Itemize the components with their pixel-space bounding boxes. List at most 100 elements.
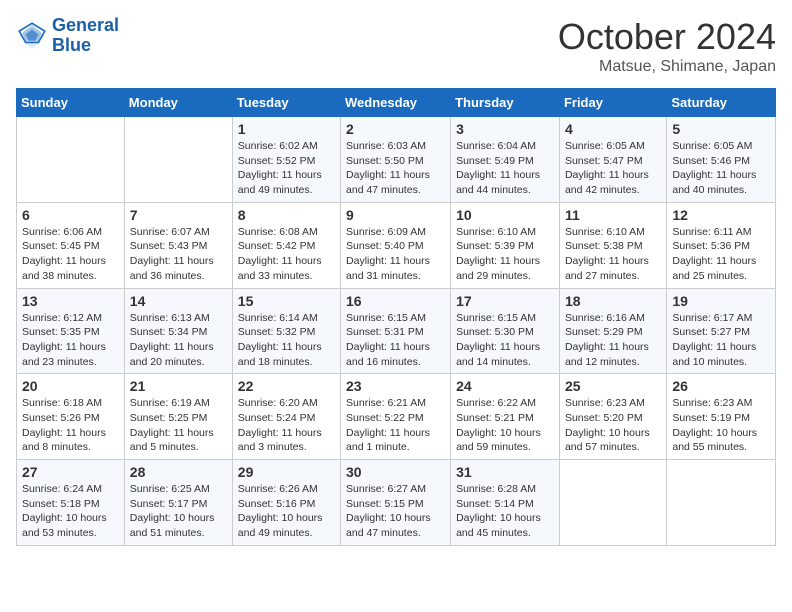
day-number: 3	[456, 121, 554, 137]
calendar-cell: 24Sunrise: 6:22 AM Sunset: 5:21 PM Dayli…	[451, 374, 560, 460]
logo-line1: General	[52, 15, 119, 35]
day-number: 15	[238, 293, 335, 309]
day-number: 29	[238, 464, 335, 480]
calendar-cell: 23 Sunrise: 6:21 AM Sunset: 5:22 PM Dayli…	[341, 374, 451, 460]
calendar-cell: 2 Sunrise: 6:03 AM Sunset: 5:50 PM Daylig…	[341, 117, 451, 203]
calendar-cell	[17, 117, 125, 203]
day-number: 8	[238, 207, 335, 223]
day-info: Sunrise: 6:23 AM Sunset: 5:19 PM Dayligh…	[672, 396, 770, 455]
calendar-cell	[667, 460, 776, 546]
logo-icon	[16, 20, 48, 52]
col-header-wednesday: Wednesday	[341, 89, 451, 117]
day-number: 9	[346, 207, 445, 223]
calendar-cell: 27Sunrise: 6:24 AM Sunset: 5:18 PM Dayli…	[17, 460, 125, 546]
day-info: Sunrise: 6:19 AM Sunset: 5:25 PM Dayligh…	[130, 396, 227, 455]
calendar-cell: 3 Sunrise: 6:04 AM Sunset: 5:49 PM Daylig…	[451, 117, 560, 203]
day-info: Sunrise: 6:18 AM Sunset: 5:26 PM Dayligh…	[22, 396, 119, 455]
col-header-tuesday: Tuesday	[232, 89, 340, 117]
day-number: 16	[346, 293, 445, 309]
day-number: 14	[130, 293, 227, 309]
calendar-cell: 17 Sunrise: 6:15 AM Sunset: 5:30 PM Dayli…	[451, 288, 560, 374]
day-info: Sunrise: 6:28 AM Sunset: 5:14 PM Dayligh…	[456, 482, 554, 541]
calendar-cell: 31 Sunrise: 6:28 AM Sunset: 5:14 PM Dayli…	[451, 460, 560, 546]
calendar-cell: 4 Sunrise: 6:05 AM Sunset: 5:47 PM Daylig…	[559, 117, 666, 203]
day-info: Sunrise: 6:09 AM Sunset: 5:40 PM Dayligh…	[346, 225, 445, 284]
day-number: 4	[565, 121, 661, 137]
day-info: Sunrise: 6:15 AM Sunset: 5:31 PM Dayligh…	[346, 311, 445, 370]
header-row: SundayMondayTuesdayWednesdayThursdayFrid…	[17, 89, 776, 117]
day-number: 19	[672, 293, 770, 309]
calendar-cell	[124, 117, 232, 203]
day-info: Sunrise: 6:02 AM Sunset: 5:52 PM Dayligh…	[238, 139, 335, 198]
day-number: 28	[130, 464, 227, 480]
day-number: 1	[238, 121, 335, 137]
calendar-cell: 14 Sunrise: 6:13 AM Sunset: 5:34 PM Dayli…	[124, 288, 232, 374]
day-info: Sunrise: 6:08 AM Sunset: 5:42 PM Dayligh…	[238, 225, 335, 284]
week-row-1: 1 Sunrise: 6:02 AM Sunset: 5:52 PM Daylig…	[17, 117, 776, 203]
calendar-cell: 7 Sunrise: 6:07 AM Sunset: 5:43 PM Daylig…	[124, 202, 232, 288]
day-number: 7	[130, 207, 227, 223]
col-header-thursday: Thursday	[451, 89, 560, 117]
day-info: Sunrise: 6:05 AM Sunset: 5:47 PM Dayligh…	[565, 139, 661, 198]
calendar-cell: 15 Sunrise: 6:14 AM Sunset: 5:32 PM Dayli…	[232, 288, 340, 374]
day-number: 5	[672, 121, 770, 137]
day-info: Sunrise: 6:14 AM Sunset: 5:32 PM Dayligh…	[238, 311, 335, 370]
day-info: Sunrise: 6:05 AM Sunset: 5:46 PM Dayligh…	[672, 139, 770, 198]
day-number: 31	[456, 464, 554, 480]
calendar-cell: 21 Sunrise: 6:19 AM Sunset: 5:25 PM Dayli…	[124, 374, 232, 460]
day-number: 24	[456, 378, 554, 394]
month-title: October 2024	[558, 16, 776, 58]
calendar-table: SundayMondayTuesdayWednesdayThursdayFrid…	[16, 88, 776, 546]
day-info: Sunrise: 6:03 AM Sunset: 5:50 PM Dayligh…	[346, 139, 445, 198]
calendar-cell: 13 Sunrise: 6:12 AM Sunset: 5:35 PM Dayli…	[17, 288, 125, 374]
week-row-3: 13 Sunrise: 6:12 AM Sunset: 5:35 PM Dayli…	[17, 288, 776, 374]
calendar-cell: 11 Sunrise: 6:10 AM Sunset: 5:38 PM Dayli…	[559, 202, 666, 288]
day-info: Sunrise: 6:11 AM Sunset: 5:36 PM Dayligh…	[672, 225, 770, 284]
day-info: Sunrise: 6:16 AM Sunset: 5:29 PM Dayligh…	[565, 311, 661, 370]
day-info: Sunrise: 6:07 AM Sunset: 5:43 PM Dayligh…	[130, 225, 227, 284]
day-info: Sunrise: 6:26 AM Sunset: 5:16 PM Dayligh…	[238, 482, 335, 541]
calendar-cell: 6Sunrise: 6:06 AM Sunset: 5:45 PM Daylig…	[17, 202, 125, 288]
day-info: Sunrise: 6:04 AM Sunset: 5:49 PM Dayligh…	[456, 139, 554, 198]
day-number: 20	[22, 378, 119, 394]
day-info: Sunrise: 6:25 AM Sunset: 5:17 PM Dayligh…	[130, 482, 227, 541]
calendar-cell: 18 Sunrise: 6:16 AM Sunset: 5:29 PM Dayli…	[559, 288, 666, 374]
calendar-cell: 28 Sunrise: 6:25 AM Sunset: 5:17 PM Dayli…	[124, 460, 232, 546]
day-info: Sunrise: 6:21 AM Sunset: 5:22 PM Dayligh…	[346, 396, 445, 455]
day-info: Sunrise: 6:12 AM Sunset: 5:35 PM Dayligh…	[22, 311, 119, 370]
day-info: Sunrise: 6:13 AM Sunset: 5:34 PM Dayligh…	[130, 311, 227, 370]
day-number: 25	[565, 378, 661, 394]
col-header-friday: Friday	[559, 89, 666, 117]
day-number: 18	[565, 293, 661, 309]
day-number: 11	[565, 207, 661, 223]
day-number: 6	[22, 207, 119, 223]
day-number: 22	[238, 378, 335, 394]
day-info: Sunrise: 6:27 AM Sunset: 5:15 PM Dayligh…	[346, 482, 445, 541]
calendar-cell: 9 Sunrise: 6:09 AM Sunset: 5:40 PM Daylig…	[341, 202, 451, 288]
day-number: 2	[346, 121, 445, 137]
day-number: 23	[346, 378, 445, 394]
day-number: 17	[456, 293, 554, 309]
calendar-cell: 12Sunrise: 6:11 AM Sunset: 5:36 PM Dayli…	[667, 202, 776, 288]
day-number: 21	[130, 378, 227, 394]
calendar-cell: 20 Sunrise: 6:18 AM Sunset: 5:26 PM Dayli…	[17, 374, 125, 460]
calendar-cell: 19 Sunrise: 6:17 AM Sunset: 5:27 PM Dayli…	[667, 288, 776, 374]
day-info: Sunrise: 6:15 AM Sunset: 5:30 PM Dayligh…	[456, 311, 554, 370]
calendar-cell: 8 Sunrise: 6:08 AM Sunset: 5:42 PM Daylig…	[232, 202, 340, 288]
week-row-5: 27Sunrise: 6:24 AM Sunset: 5:18 PM Dayli…	[17, 460, 776, 546]
calendar-cell: 16 Sunrise: 6:15 AM Sunset: 5:31 PM Dayli…	[341, 288, 451, 374]
day-number: 30	[346, 464, 445, 480]
day-info: Sunrise: 6:24 AM Sunset: 5:18 PM Dayligh…	[22, 482, 119, 541]
page-header: General Blue October 2024 Matsue, Shiman…	[16, 16, 776, 76]
day-info: Sunrise: 6:10 AM Sunset: 5:38 PM Dayligh…	[565, 225, 661, 284]
calendar-cell	[559, 460, 666, 546]
logo: General Blue	[16, 16, 119, 56]
day-info: Sunrise: 6:17 AM Sunset: 5:27 PM Dayligh…	[672, 311, 770, 370]
day-number: 26	[672, 378, 770, 394]
col-header-saturday: Saturday	[667, 89, 776, 117]
week-row-2: 6Sunrise: 6:06 AM Sunset: 5:45 PM Daylig…	[17, 202, 776, 288]
col-header-monday: Monday	[124, 89, 232, 117]
day-number: 13	[22, 293, 119, 309]
calendar-cell: 30 Sunrise: 6:27 AM Sunset: 5:15 PM Dayli…	[341, 460, 451, 546]
title-block: October 2024 Matsue, Shimane, Japan	[558, 16, 776, 76]
